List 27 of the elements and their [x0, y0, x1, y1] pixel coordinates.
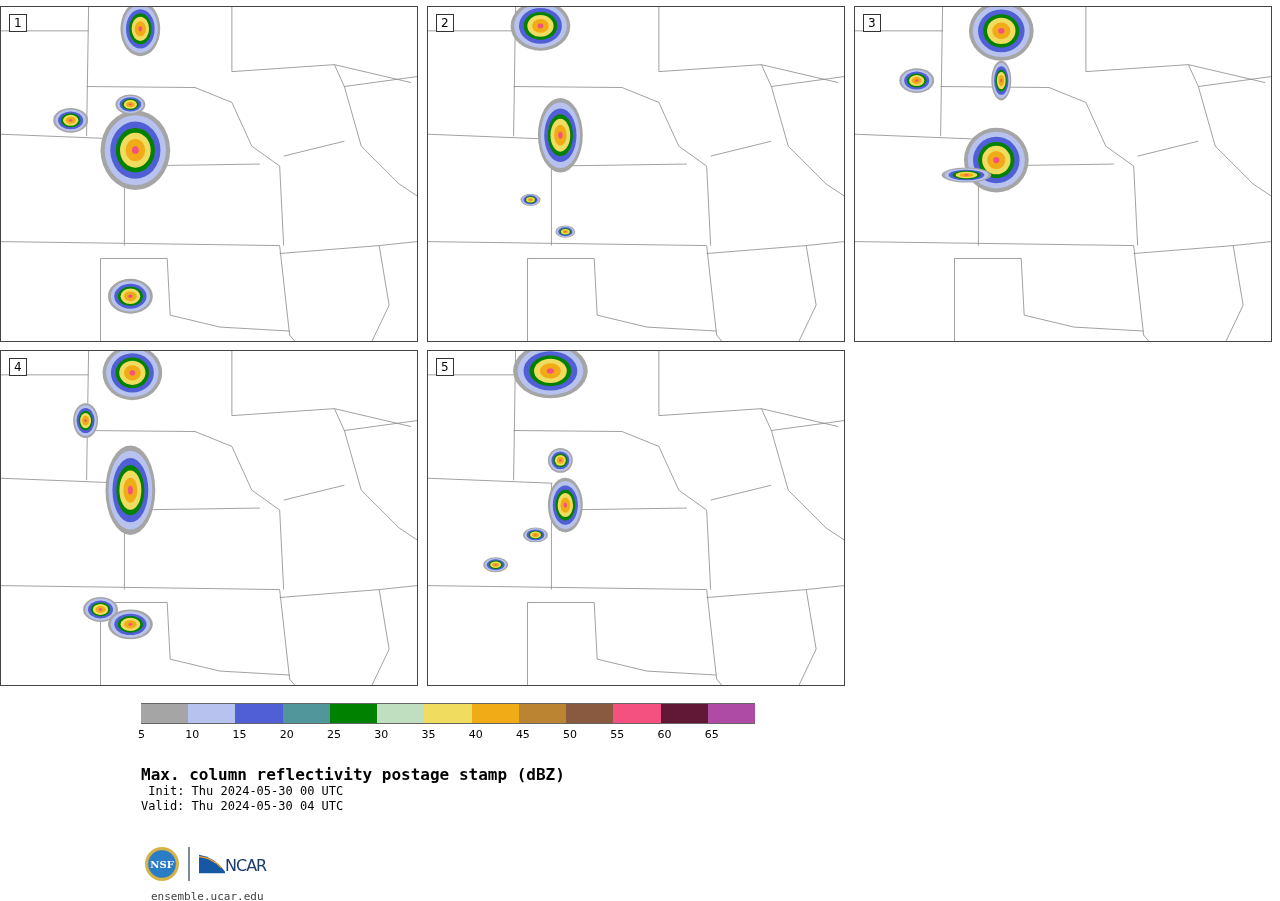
colorbar-tick-label: 5 [138, 727, 145, 741]
panel-number: 3 [863, 14, 881, 32]
panel-number: 2 [436, 14, 454, 32]
swoosh-icon [199, 854, 225, 874]
time-label: Init: [147, 784, 185, 799]
ncar-logo-text: NCAR [225, 858, 267, 874]
colorbar-tick-label: 15 [232, 727, 247, 741]
colorbar-tick-label: 25 [326, 727, 341, 741]
time-value: Thu 2024-05-30 04 UTC [191, 799, 344, 814]
time-label: Valid: [141, 799, 185, 814]
colorbar-tick-label: 20 [279, 727, 294, 741]
panel-number: 1 [9, 14, 27, 32]
colorbar-tick-label: 40 [468, 727, 483, 741]
colorbar-tick-label: 10 [185, 727, 200, 741]
colorbar-tick-label: 30 [374, 727, 389, 741]
colorbar-tick-label: 60 [657, 727, 672, 741]
panel-number: 4 [9, 358, 27, 376]
panel-number: 5 [436, 358, 454, 376]
colorbar-tick-label: 55 [610, 727, 625, 741]
colorbar-tick-label: 50 [563, 727, 578, 741]
colorbar-tick-label: 35 [421, 727, 436, 741]
colorbar-tick-label: 45 [515, 727, 530, 741]
time-value: Thu 2024-05-30 00 UTC [191, 784, 344, 799]
chart-title: Max. column reflectivity postage stamp (dBZ) [141, 765, 566, 784]
website-url: ensemble.ucar.edu [151, 890, 265, 901]
nsf-logo: NSF [145, 847, 179, 881]
colorbar-tick-label: 65 [704, 727, 719, 741]
